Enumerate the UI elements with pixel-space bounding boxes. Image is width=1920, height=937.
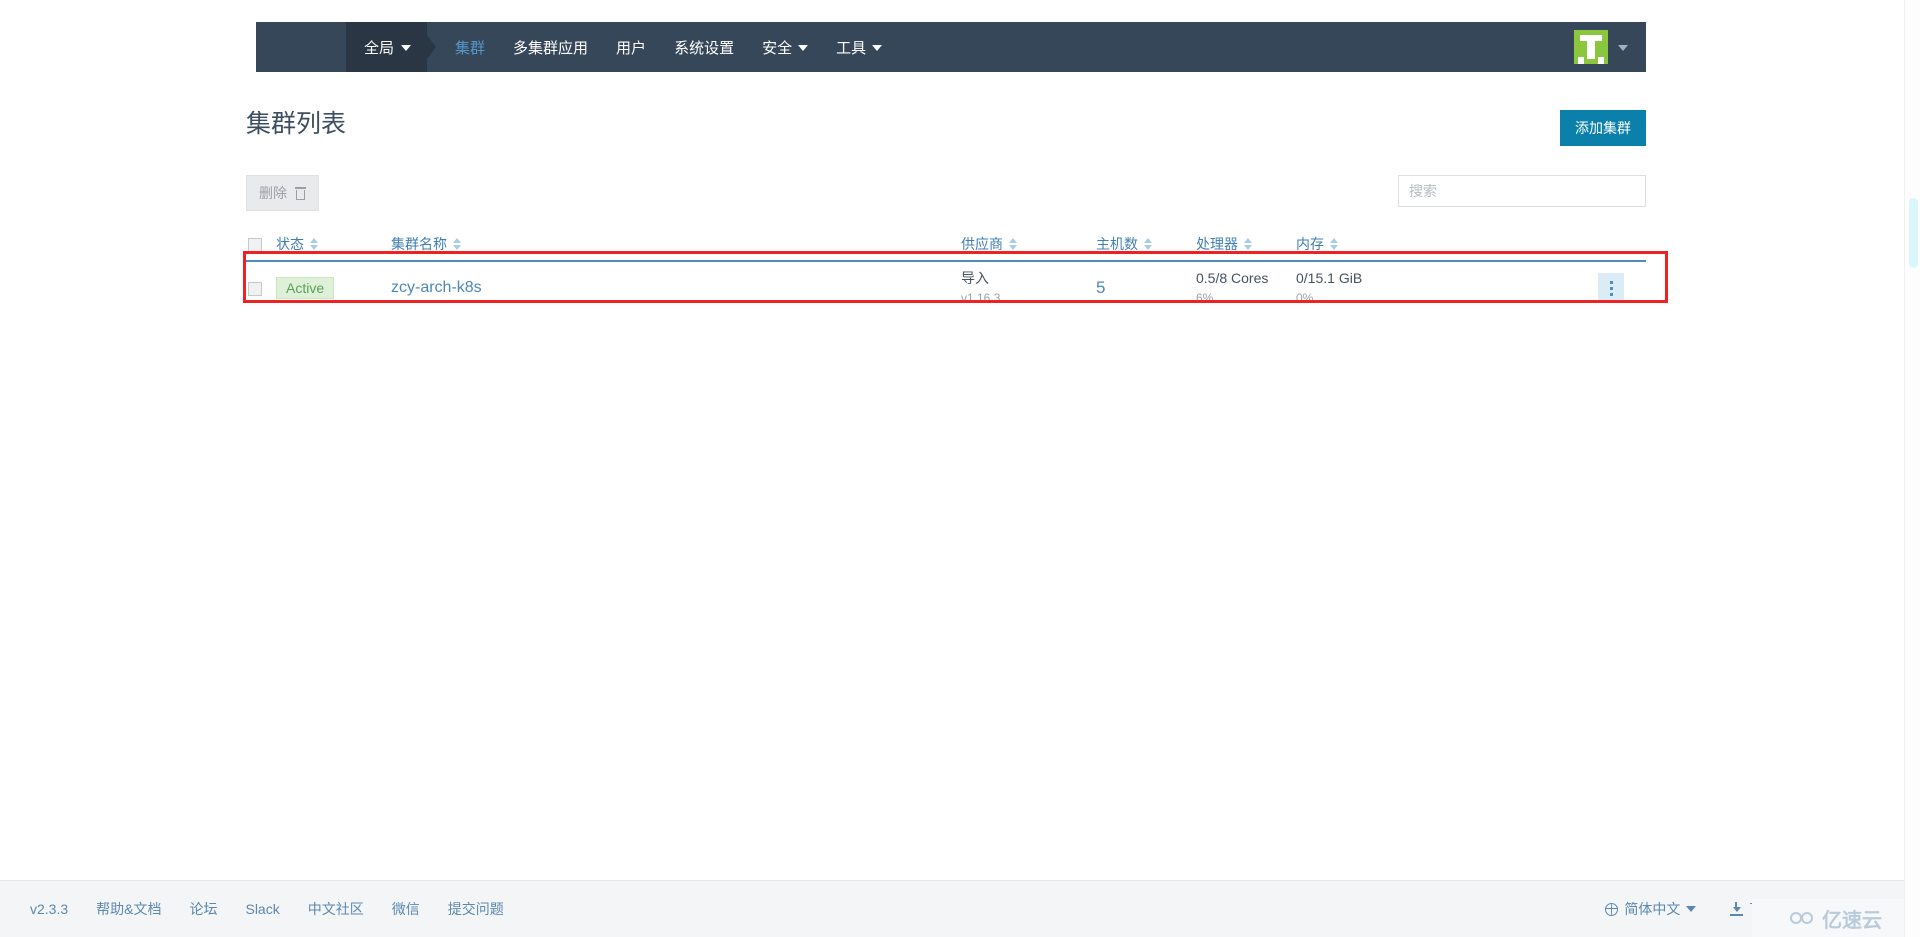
scrollbar-thumb[interactable] <box>1909 198 1918 268</box>
column-header-label: 处理器 <box>1196 236 1238 252</box>
column-header-label: 状态 <box>276 236 304 252</box>
hosts-count[interactable]: 5 <box>1096 278 1105 297</box>
cpu-percent: 6% <box>1196 291 1214 305</box>
nav-item-users[interactable]: 用户 <box>602 22 660 72</box>
row-state-cell: Active <box>276 277 391 299</box>
download-icon <box>1730 902 1744 916</box>
nav-item-security[interactable]: 安全 <box>748 22 822 72</box>
memory-value: 0/15.1 GiB <box>1296 270 1363 286</box>
clusters-table: 状态 集群名称 供应商 主机数 处理器 内存 Active zcy-arch-k… <box>246 228 1646 314</box>
cluster-name-link[interactable]: zcy-arch-k8s <box>391 279 482 296</box>
globe-icon <box>1605 902 1619 916</box>
row-select-cell <box>246 280 276 297</box>
footer-links-left: v2.3.3 帮助&文档 论坛 Slack 中文社区 微信 提交问题 <box>0 899 504 919</box>
nav-item-label: 工具 <box>836 39 867 57</box>
footer-link-wechat[interactable]: 微信 <box>392 899 420 919</box>
nav-item-label: 集群 <box>455 39 486 57</box>
provider-label: 导入 <box>961 270 989 286</box>
column-header-name[interactable]: 集群名称 <box>391 234 961 254</box>
sort-icon <box>1144 238 1152 250</box>
column-header-hosts[interactable]: 主机数 <box>1096 234 1196 254</box>
nav-item-multicluster-apps[interactable]: 多集群应用 <box>499 22 602 72</box>
trash-icon <box>295 186 306 200</box>
cloud-logo-icon <box>1790 910 1816 926</box>
sort-icon <box>453 238 461 250</box>
row-cpu-cell: 0.5/8 Cores 6% <box>1196 270 1296 306</box>
footer-link-slack[interactable]: Slack <box>245 901 279 917</box>
chevron-down-icon <box>1686 906 1697 912</box>
sort-icon <box>310 238 318 250</box>
column-header-label: 供应商 <box>961 236 1003 252</box>
main-content: 集群列表 添加集群 删除 状态 集群名称 供应商 <box>0 80 1920 880</box>
status-badge: Active <box>276 277 335 299</box>
chevron-down-icon[interactable] <box>1618 45 1628 51</box>
page-title: 集群列表 <box>246 110 347 138</box>
column-header-memory[interactable]: 内存 <box>1296 234 1416 254</box>
search-input[interactable] <box>1398 175 1646 207</box>
footer-link-file-issue[interactable]: 提交问题 <box>448 899 504 919</box>
column-header-label: 集群名称 <box>391 236 447 252</box>
nav-scope-selector[interactable]: 全局 <box>346 22 437 72</box>
row-checkbox[interactable] <box>248 282 262 297</box>
nav-bar: 全局 集群 多集群应用 用户 系统设置 安全 工具 <box>256 22 1646 72</box>
select-all-cell <box>246 236 276 253</box>
table-header-row: 状态 集群名称 供应商 主机数 处理器 内存 <box>246 228 1646 262</box>
column-header-state[interactable]: 状态 <box>276 234 391 254</box>
nav-items: 全局 集群 多集群应用 用户 系统设置 安全 工具 <box>346 22 896 72</box>
chevron-down-icon <box>798 45 809 51</box>
row-actions-cell <box>1416 273 1646 303</box>
select-all-checkbox[interactable] <box>248 238 262 253</box>
nav-item-label: 系统设置 <box>674 39 735 57</box>
nav-item-clusters[interactable]: 集群 <box>441 22 499 72</box>
language-label: 简体中文 <box>1624 901 1681 917</box>
footer-link-forum[interactable]: 论坛 <box>189 899 217 919</box>
chevron-down-icon <box>872 45 883 51</box>
sort-icon <box>1009 238 1017 250</box>
nav-item-label: 用户 <box>616 39 647 57</box>
chevron-down-icon <box>401 45 412 51</box>
row-hosts-cell: 5 <box>1096 278 1196 298</box>
add-cluster-button[interactable]: 添加集群 <box>1560 110 1646 146</box>
nav-right-group <box>1574 22 1646 72</box>
language-selector[interactable]: 简体中文 <box>1605 899 1697 919</box>
row-name-cell: zcy-arch-k8s <box>391 279 961 297</box>
nav-item-label: 安全 <box>762 39 793 57</box>
column-header-cpu[interactable]: 处理器 <box>1196 234 1296 254</box>
footer: v2.3.3 帮助&文档 论坛 Slack 中文社区 微信 提交问题 简体中文 … <box>0 880 1920 937</box>
row-memory-cell: 0/15.1 GiB 0% <box>1296 270 1416 306</box>
memory-percent: 0% <box>1296 291 1314 305</box>
page-scrollbar[interactable] <box>1904 0 1920 937</box>
nav-item-tools[interactable]: 工具 <box>822 22 896 72</box>
column-header-label: 内存 <box>1296 236 1324 252</box>
user-avatar[interactable] <box>1574 30 1608 64</box>
version-label: v2.3.3 <box>30 901 69 917</box>
table-row[interactable]: Active zcy-arch-k8s 导入 v1.16.3 5 0.5/8 C… <box>246 262 1646 314</box>
provider-version: v1.16.3 <box>961 291 1001 305</box>
sort-icon <box>1330 238 1338 250</box>
column-header-provider[interactable]: 供应商 <box>961 234 1096 254</box>
page-header: 集群列表 添加集群 <box>246 107 1646 159</box>
delete-button[interactable]: 删除 <box>246 175 319 211</box>
nav-item-label: 多集群应用 <box>513 39 589 57</box>
column-header-label: 主机数 <box>1096 236 1138 252</box>
watermark: 亿速云 <box>1752 899 1920 937</box>
footer-link-chinese-community[interactable]: 中文社区 <box>308 899 364 919</box>
delete-button-label: 删除 <box>259 185 287 201</box>
nav-item-settings[interactable]: 系统设置 <box>660 22 748 72</box>
nav-scope-label: 全局 <box>364 39 395 57</box>
table-toolbar: 删除 <box>246 175 1646 215</box>
sort-icon <box>1244 238 1252 250</box>
kebab-menu-icon[interactable] <box>1598 273 1624 303</box>
cpu-value: 0.5/8 Cores <box>1196 270 1269 286</box>
watermark-text: 亿速云 <box>1822 909 1882 932</box>
row-provider-cell: 导入 v1.16.3 <box>961 270 1096 306</box>
top-navigation: 全局 集群 多集群应用 用户 系统设置 安全 工具 <box>0 0 1920 80</box>
footer-link-docs[interactable]: 帮助&文档 <box>96 899 161 919</box>
